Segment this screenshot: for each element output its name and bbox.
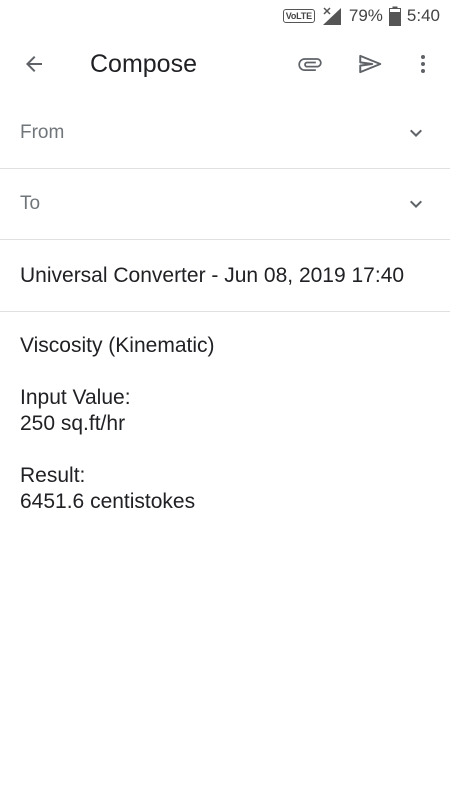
from-field[interactable]: From bbox=[0, 98, 450, 169]
subject-text: Universal Converter - Jun 08, 2019 17:40 bbox=[20, 263, 405, 287]
body-result-value: 6451.6 centistokes bbox=[20, 490, 196, 513]
back-button[interactable] bbox=[14, 48, 54, 84]
more-vert-icon bbox=[411, 52, 435, 81]
body-input-label: Input Value: bbox=[20, 386, 131, 409]
body-input-value: 250 sq.ft/hr bbox=[20, 412, 126, 435]
chevron-down-icon[interactable] bbox=[404, 192, 428, 216]
clock: 5:40 bbox=[406, 6, 440, 25]
battery-percent: 79% bbox=[348, 6, 383, 25]
body-conversion-type: Viscosity (Kinematic) bbox=[20, 334, 215, 357]
page-title: Compose bbox=[90, 50, 197, 78]
more-options-button[interactable] bbox=[403, 48, 443, 84]
attach-button[interactable] bbox=[290, 48, 330, 84]
compose-screen: VoLTE 79% 5:40 Compose From To Universal… bbox=[0, 0, 450, 800]
subject-field[interactable]: Universal Converter - Jun 08, 2019 17:40 bbox=[0, 240, 450, 312]
app-bar: Compose bbox=[0, 32, 450, 98]
battery-icon bbox=[388, 6, 401, 26]
to-field[interactable]: To bbox=[0, 169, 450, 240]
message-body[interactable]: Viscosity (Kinematic) Input Value: 250 s… bbox=[0, 312, 450, 515]
paperclip-icon bbox=[296, 50, 324, 83]
volte-badge: VoLTE bbox=[282, 9, 315, 23]
to-label: To bbox=[20, 193, 41, 214]
send-icon bbox=[357, 51, 383, 82]
body-result-label: Result: bbox=[20, 464, 86, 487]
arrow-back-icon bbox=[22, 52, 46, 81]
chevron-down-icon[interactable] bbox=[404, 121, 428, 145]
signal-icon bbox=[321, 6, 343, 26]
status-bar: VoLTE 79% 5:40 bbox=[0, 0, 450, 32]
from-label: From bbox=[20, 122, 65, 143]
send-button[interactable] bbox=[350, 48, 390, 84]
